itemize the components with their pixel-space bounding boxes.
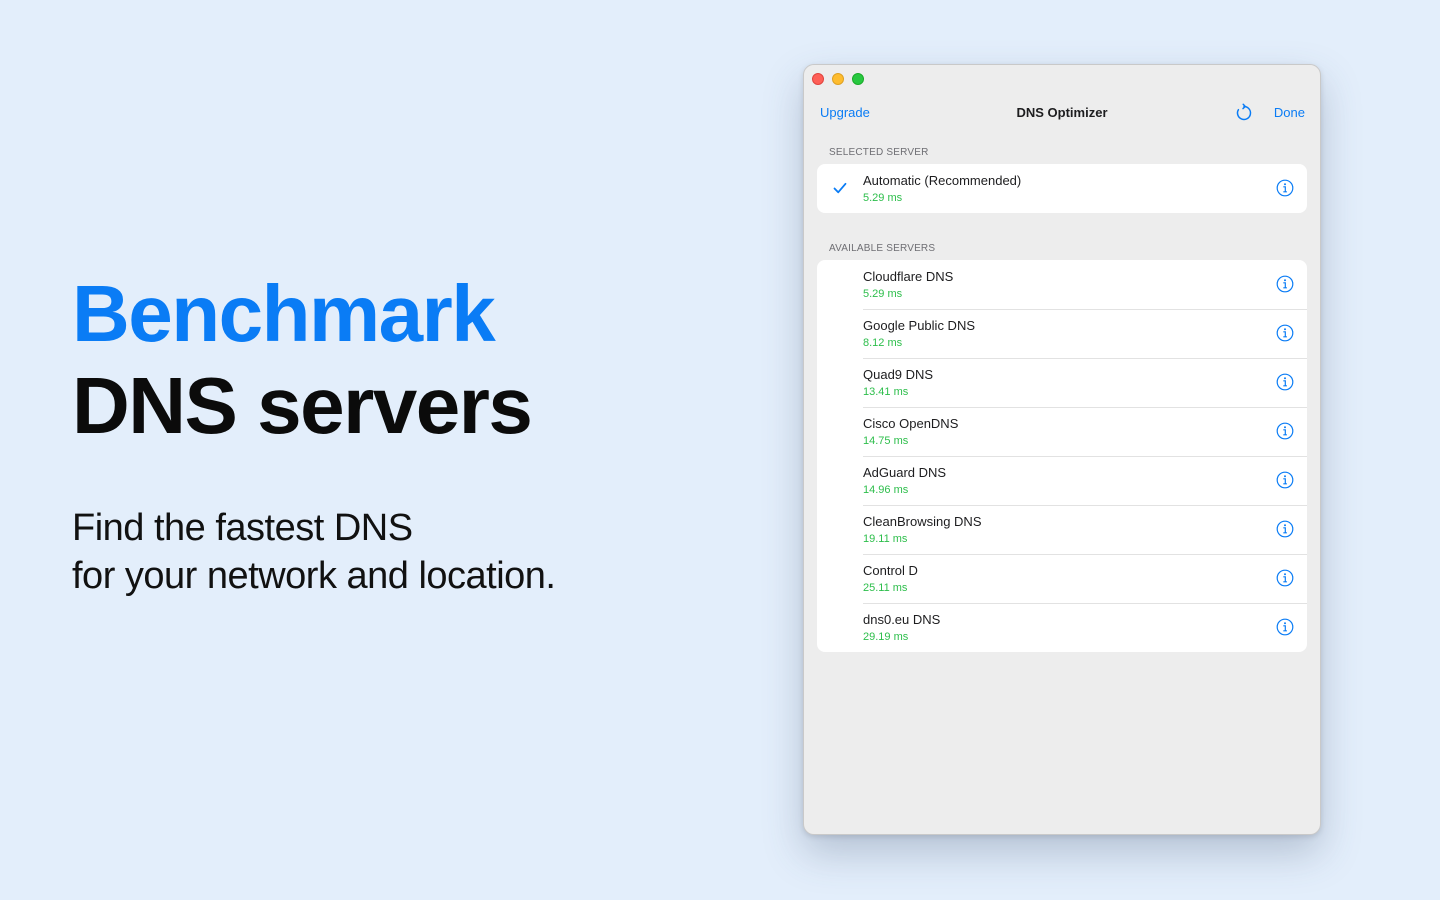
available-servers-header: AVAILABLE SERVERS xyxy=(829,243,936,254)
checkmark-icon xyxy=(832,180,848,196)
selected-server-row[interactable]: Automatic (Recommended) 5.29 ms xyxy=(817,164,1307,213)
info-icon[interactable] xyxy=(1276,520,1294,538)
server-name: Quad9 DNS xyxy=(863,367,934,382)
info-icon[interactable] xyxy=(1276,422,1294,440)
server-latency: 5.29 ms xyxy=(863,192,903,204)
server-name: CleanBrowsing DNS xyxy=(863,514,982,529)
hero-title: DNS servers xyxy=(72,361,533,450)
done-button[interactable]: Done xyxy=(1274,105,1305,120)
server-latency: 13.41 ms xyxy=(863,386,909,398)
selected-server-header: SELECTED SERVER xyxy=(829,147,929,158)
info-icon[interactable] xyxy=(1276,471,1294,489)
server-latency: 29.19 ms xyxy=(863,631,909,643)
server-latency: 14.96 ms xyxy=(863,484,909,496)
server-name: Google Public DNS xyxy=(863,318,975,333)
selected-server-card: Automatic (Recommended) 5.29 ms xyxy=(817,164,1307,213)
server-row[interactable]: Control D 25.11 ms xyxy=(817,554,1307,603)
info-icon[interactable] xyxy=(1276,569,1294,587)
server-name: AdGuard DNS xyxy=(863,465,947,480)
server-row[interactable]: dns0.eu DNS 29.19 ms xyxy=(817,603,1307,652)
server-latency: 5.29 ms xyxy=(863,288,903,300)
server-name: Control D xyxy=(863,563,918,578)
app-window: Upgrade DNS Optimizer Done SELECTED SERV… xyxy=(803,64,1321,835)
server-row[interactable]: CleanBrowsing DNS 19.11 ms xyxy=(817,505,1307,554)
server-name: Automatic (Recommended) xyxy=(863,173,1022,188)
server-row[interactable]: Cloudflare DNS 5.29 ms xyxy=(817,260,1307,309)
info-icon[interactable] xyxy=(1276,179,1294,197)
hero-subtitle: Find the fastest DNS for your network an… xyxy=(72,504,712,600)
hero-title-accent: Benchmark xyxy=(72,269,496,358)
server-name: Cisco OpenDNS xyxy=(863,416,959,431)
info-icon[interactable] xyxy=(1276,275,1294,293)
server-latency: 8.12 ms xyxy=(863,337,903,349)
server-name: dns0.eu DNS xyxy=(863,612,941,627)
server-latency: 25.11 ms xyxy=(863,582,908,594)
server-row[interactable]: Cisco OpenDNS 14.75 ms xyxy=(817,407,1307,456)
available-servers-list: Cloudflare DNS 5.29 ms Google Public DNS 8.… xyxy=(817,260,1307,652)
refresh-icon[interactable] xyxy=(1234,103,1254,123)
server-row[interactable]: Quad9 DNS 13.41 ms xyxy=(817,358,1307,407)
zoom-window-button[interactable] xyxy=(852,73,864,85)
server-latency: 14.75 ms xyxy=(863,435,909,447)
close-window-button[interactable] xyxy=(812,73,824,85)
info-icon[interactable] xyxy=(1276,618,1294,636)
navigation-bar: Upgrade DNS Optimizer Done xyxy=(804,101,1320,125)
server-latency: 19.11 ms xyxy=(863,533,908,545)
window-controls xyxy=(812,73,864,85)
server-row[interactable]: Google Public DNS 8.12 ms xyxy=(817,309,1307,358)
hero: Benchmark DNS servers Find the fastest D… xyxy=(72,268,712,600)
minimize-window-button[interactable] xyxy=(832,73,844,85)
hero-subtitle-line-2: for your network and location. xyxy=(72,555,556,597)
server-name: Cloudflare DNS xyxy=(863,269,954,284)
info-icon[interactable] xyxy=(1276,324,1294,342)
info-icon[interactable] xyxy=(1276,373,1294,391)
hero-subtitle-line-1: Find the fastest DNS xyxy=(72,507,413,549)
server-row[interactable]: AdGuard DNS 14.96 ms xyxy=(817,456,1307,505)
